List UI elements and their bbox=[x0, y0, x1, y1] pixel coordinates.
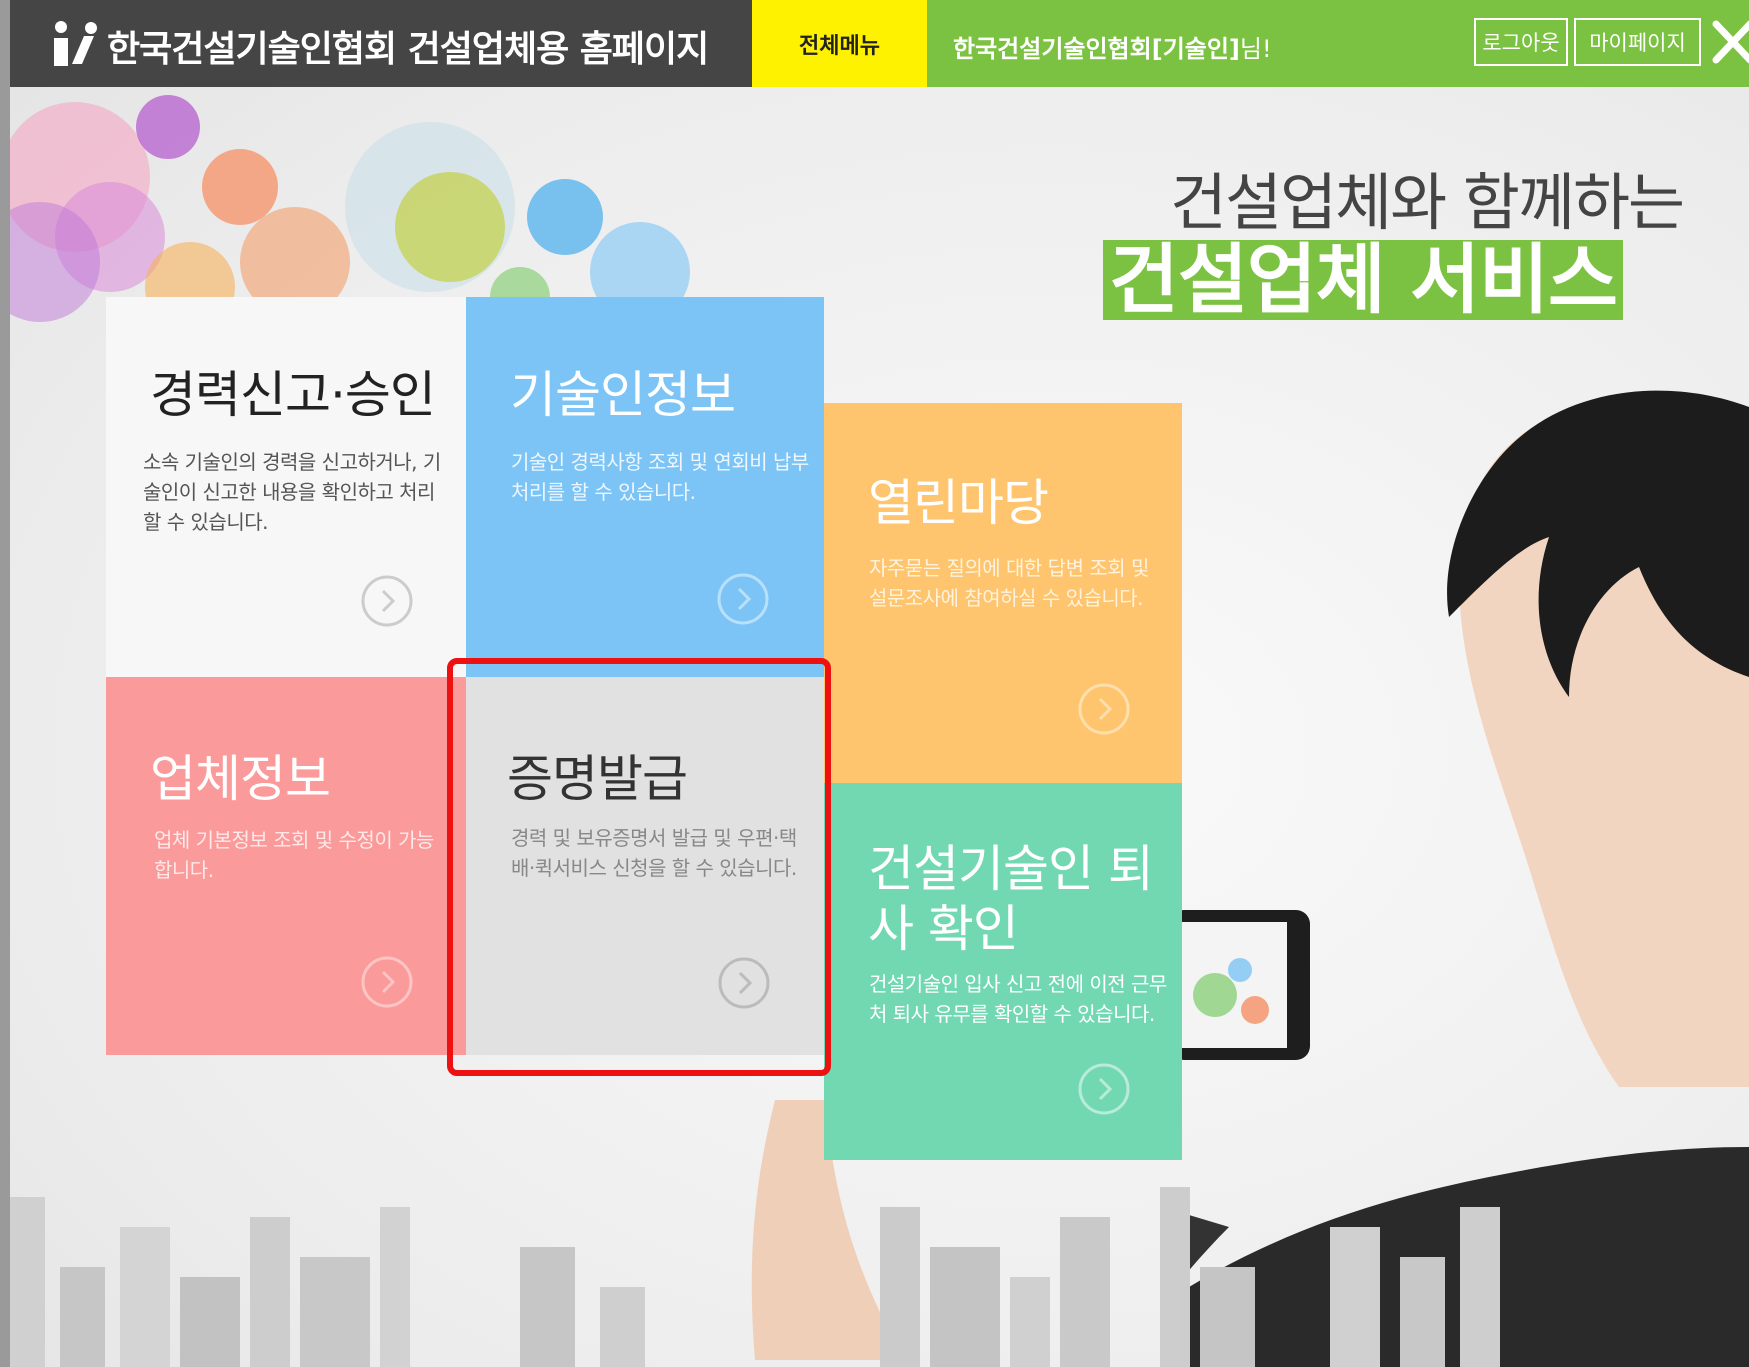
chevron-right-circle-icon[interactable] bbox=[716, 572, 770, 626]
main-stage: 한국건설기술인협회 건설업체용 홈페이지 전체메뉴 한국건설기술인협회[기술인]… bbox=[0, 0, 1749, 1367]
hero-title: 건설업체 서비스 bbox=[1103, 240, 1623, 320]
chevron-right-circle-icon[interactable] bbox=[360, 574, 414, 628]
city-skyline bbox=[10, 1187, 1500, 1367]
tile-description: 자주묻는 질의에 대한 답변 조회 및 설문조사에 참여하실 수 있습니다. bbox=[869, 556, 1149, 610]
site-title[interactable]: 한국건설기술인협회 건설업체용 홈페이지 bbox=[107, 20, 709, 72]
tile-resignation-check[interactable]: 건설기술인 퇴사 확인 건설기술인 입사 신고 전에 이전 근무처 퇴사 유무를… bbox=[824, 783, 1182, 1160]
top-bar: 한국건설기술인협회 건설업체용 홈페이지 전체메뉴 한국건설기술인협회[기술인]… bbox=[10, 0, 1749, 87]
tile-title: 경력신고·승인 bbox=[150, 366, 436, 424]
close-icon[interactable] bbox=[1708, 14, 1749, 70]
brand-area: 한국건설기술인협회 건설업체용 홈페이지 bbox=[10, 0, 752, 87]
tile-description: 건설기술인 입사 신고 전에 이전 근무처 퇴사 유무를 확인할 수 있습니다. bbox=[869, 972, 1167, 1026]
chevron-right-circle-icon[interactable] bbox=[717, 956, 771, 1010]
tile-certificate-issue[interactable]: 증명발급 경력 및 보유증명서 발급 및 우편·택배·퀵서비스 신청을 할 수 … bbox=[466, 677, 824, 1055]
tile-company-info[interactable]: 업체정보 업체 기본정보 조회 및 수정이 가능합니다. bbox=[106, 677, 466, 1055]
tile-description: 소속 기술인의 경력을 신고하거나, 기술인이 신고한 내용을 확인하고 처리할… bbox=[143, 450, 441, 534]
tile-description: 업체 기본정보 조회 및 수정이 가능합니다. bbox=[154, 828, 434, 882]
tile-title: 건설기술인 퇴사 확인 bbox=[868, 840, 1154, 958]
phone-illustration bbox=[1170, 910, 1310, 1060]
tile-description: 경력 및 보유증명서 발급 및 우편·택배·퀵서비스 신청을 할 수 있습니다. bbox=[511, 826, 797, 880]
tile-title: 열린마당 bbox=[868, 474, 1049, 532]
window-left-edge bbox=[0, 0, 10, 1367]
tile-title: 증명발급 bbox=[507, 750, 688, 808]
hero-subtitle: 건설업체와 함께하는 bbox=[1170, 166, 1685, 239]
tile-title: 기술인정보 bbox=[510, 366, 736, 424]
tile-title: 업체정보 bbox=[150, 750, 331, 808]
user-bar: 한국건설기술인협회[기술인]님! 로그아웃 마이페이지 bbox=[927, 0, 1749, 87]
tile-open-forum[interactable]: 열린마당 자주묻는 질의에 대한 답변 조회 및 설문조사에 참여하실 수 있습… bbox=[824, 403, 1182, 783]
tile-career-report[interactable]: 경력신고·승인 소속 기술인의 경력을 신고하거나, 기술인이 신고한 내용을 … bbox=[106, 297, 466, 677]
user-suffix: 님! bbox=[1239, 35, 1272, 63]
user-name: 한국건설기술인협회[기술인] bbox=[953, 35, 1240, 63]
chevron-right-circle-icon[interactable] bbox=[1077, 682, 1131, 736]
mypage-button[interactable]: 마이페이지 bbox=[1574, 18, 1701, 66]
tile-description: 기술인 경력사항 조회 및 연회비 납부 처리를 할 수 있습니다. bbox=[511, 450, 809, 504]
logout-button[interactable]: 로그아웃 bbox=[1474, 18, 1568, 66]
user-greeting: 한국건설기술인협회[기술인]님! bbox=[953, 29, 1272, 64]
tile-engineer-info[interactable]: 기술인정보 기술인 경력사항 조회 및 연회비 납부 처리를 할 수 있습니다. bbox=[466, 297, 824, 677]
chevron-right-circle-icon[interactable] bbox=[360, 955, 414, 1009]
all-menu-button[interactable]: 전체메뉴 bbox=[752, 0, 927, 87]
brand-logo-icon bbox=[54, 21, 97, 66]
chevron-right-circle-icon[interactable] bbox=[1077, 1062, 1131, 1116]
